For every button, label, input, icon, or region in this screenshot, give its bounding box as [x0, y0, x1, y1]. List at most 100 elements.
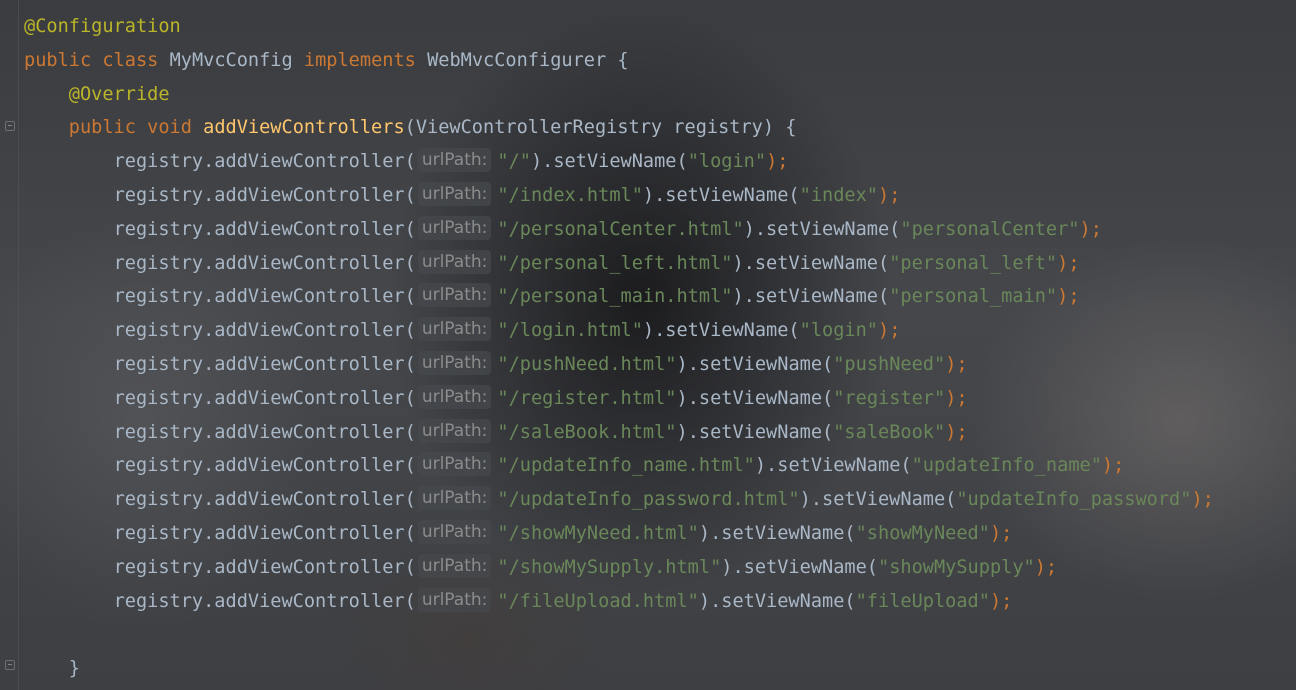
- method-name: addViewControllers: [203, 117, 405, 139]
- view-name-string: "register": [833, 387, 946, 409]
- view-name-string: "saleBook": [833, 421, 946, 443]
- call-end: );: [1101, 455, 1125, 477]
- call-end: );: [945, 387, 968, 409]
- keyword-void: void: [147, 117, 192, 139]
- fold-marker-icon[interactable]: [5, 121, 15, 131]
- class-name: MyMvcConfig: [169, 49, 293, 71]
- param-hint: urlPath:: [417, 553, 492, 578]
- code-line-registration: registry.addViewController(urlPath: "/").…: [24, 145, 1296, 179]
- keyword-public: public: [24, 49, 92, 71]
- set-view-name-call: ).setViewName(: [642, 320, 800, 342]
- url-path-string: "/register.html": [497, 387, 677, 409]
- code-line-closing-brace: }: [24, 652, 1296, 686]
- call-end: );: [766, 151, 789, 173]
- param-hint: urlPath:: [417, 587, 492, 612]
- call-prefix: registry.addViewController(: [113, 421, 416, 443]
- code-line-registration: registry.addViewController(urlPath: "/log…: [24, 314, 1296, 348]
- view-name-string: "login": [687, 151, 767, 173]
- view-name-string: "login": [799, 320, 879, 342]
- param-hint: urlPath:: [417, 519, 492, 544]
- call-end: );: [878, 320, 901, 342]
- call-prefix: registry.addViewController(: [113, 320, 416, 342]
- interface-name: WebMvcConfigurer: [427, 49, 607, 71]
- code-line-registration: registry.addViewController(urlPath: "/sal…: [24, 416, 1296, 450]
- call-end: );: [1057, 286, 1080, 308]
- url-path-string: "/": [497, 151, 531, 173]
- set-view-name-call: ).setViewName(: [676, 353, 834, 375]
- call-end: );: [1079, 218, 1102, 240]
- fold-marker-icon[interactable]: [5, 660, 15, 670]
- url-path-string: "/personal_main.html": [497, 286, 733, 308]
- call-end: );: [989, 522, 1013, 544]
- code-line-registration: registry.addViewController(urlPath: "/sho…: [24, 517, 1296, 551]
- param-hint: urlPath:: [417, 148, 492, 173]
- code-line-registration: registry.addViewController(urlPath: "/reg…: [24, 382, 1296, 416]
- call-prefix: registry.addViewController(: [113, 184, 416, 206]
- keyword-public: public: [68, 117, 136, 139]
- view-name-string: "showMyNeed": [855, 522, 990, 544]
- call-end: );: [1057, 252, 1080, 274]
- code-line-method-declaration: public void addViewControllers(ViewContr…: [24, 111, 1296, 145]
- call-prefix: registry.addViewController(: [113, 489, 416, 511]
- call-prefix: registry.addViewController(: [113, 286, 416, 308]
- call-prefix: registry.addViewController(: [113, 151, 416, 173]
- set-view-name-call: ).setViewName(: [732, 252, 890, 274]
- code-line-registration: registry.addViewController(urlPath: "/ind…: [24, 179, 1296, 213]
- keyword-implements: implements: [303, 49, 416, 71]
- view-name-string: "updateInfo_name": [911, 455, 1102, 477]
- set-view-name-call: ).setViewName(: [721, 556, 878, 578]
- code-line-registration: registry.addViewController(urlPath: "/pus…: [24, 348, 1296, 382]
- call-end: );: [1191, 489, 1214, 511]
- view-name-string: "updateInfo_password": [956, 489, 1192, 511]
- call-end: );: [878, 184, 901, 206]
- keyword-class: class: [102, 49, 159, 71]
- registration-lines: registry.addViewController(urlPath: "/").…: [24, 145, 1296, 618]
- url-path-string: "/index.html": [497, 184, 643, 206]
- code-line-class-declaration: public class MyMvcConfig implements WebM…: [24, 44, 1296, 78]
- editor-gutter[interactable]: [0, 0, 19, 690]
- close-brace: }: [68, 658, 80, 680]
- code-line-registration: registry.addViewController(urlPath: "/fil…: [24, 585, 1296, 619]
- param-hint: urlPath:: [417, 384, 492, 409]
- configuration-annotation: @Configuration: [24, 16, 181, 37]
- url-path-string: "/personalCenter.html": [497, 218, 744, 240]
- param-hint: urlPath:: [417, 486, 492, 511]
- call-prefix: registry.addViewController(: [113, 590, 416, 612]
- url-path-string: "/showMySupply.html": [497, 556, 722, 578]
- code-editor[interactable]: @Configuration public class MyMvcConfig …: [24, 10, 1296, 686]
- set-view-name-call: ).setViewName(: [743, 218, 901, 240]
- param-hint: urlPath:: [417, 317, 492, 342]
- set-view-name-call: ).setViewName(: [676, 387, 834, 409]
- set-view-name-call: ).setViewName(: [698, 522, 856, 544]
- code-line-registration: registry.addViewController(urlPath: "/per…: [24, 213, 1296, 247]
- call-end: );: [1034, 556, 1058, 578]
- call-end: );: [989, 590, 1013, 612]
- url-path-string: "/pushNeed.html": [497, 353, 677, 375]
- url-path-string: "/showMyNeed.html": [497, 522, 699, 544]
- set-view-name-call: ).setViewName(: [698, 590, 856, 612]
- call-prefix: registry.addViewController(: [113, 218, 416, 240]
- url-path-string: "/personal_left.html": [497, 252, 733, 274]
- view-name-string: "fileUpload": [855, 590, 990, 612]
- call-prefix: registry.addViewController(: [113, 252, 416, 274]
- view-name-string: "personal_left": [889, 252, 1058, 274]
- param-hint: urlPath:: [417, 181, 492, 206]
- param-hint: urlPath:: [417, 350, 492, 375]
- url-path-string: "/updateInfo_password.html": [497, 489, 800, 511]
- url-path-string: "/saleBook.html": [497, 421, 677, 443]
- view-name-string: "personalCenter": [900, 218, 1080, 240]
- param-hint: urlPath:: [417, 452, 492, 477]
- param-hint: urlPath:: [417, 283, 492, 308]
- param-hint: urlPath:: [417, 249, 492, 274]
- set-view-name-call: ).setViewName(: [799, 489, 957, 511]
- code-line-override: @Override: [24, 78, 1296, 112]
- url-path-string: "/fileUpload.html": [497, 590, 699, 612]
- view-name-string: "showMySupply": [878, 556, 1035, 578]
- set-view-name-call: ).setViewName(: [642, 184, 800, 206]
- override-annotation: @Override: [68, 83, 170, 105]
- view-name-string: "personal_main": [889, 286, 1058, 308]
- url-path-string: "/updateInfo_name.html": [497, 455, 755, 477]
- call-prefix: registry.addViewController(: [113, 556, 416, 578]
- call-prefix: registry.addViewController(: [113, 455, 416, 477]
- code-line-annotation: @Configuration: [24, 10, 1296, 44]
